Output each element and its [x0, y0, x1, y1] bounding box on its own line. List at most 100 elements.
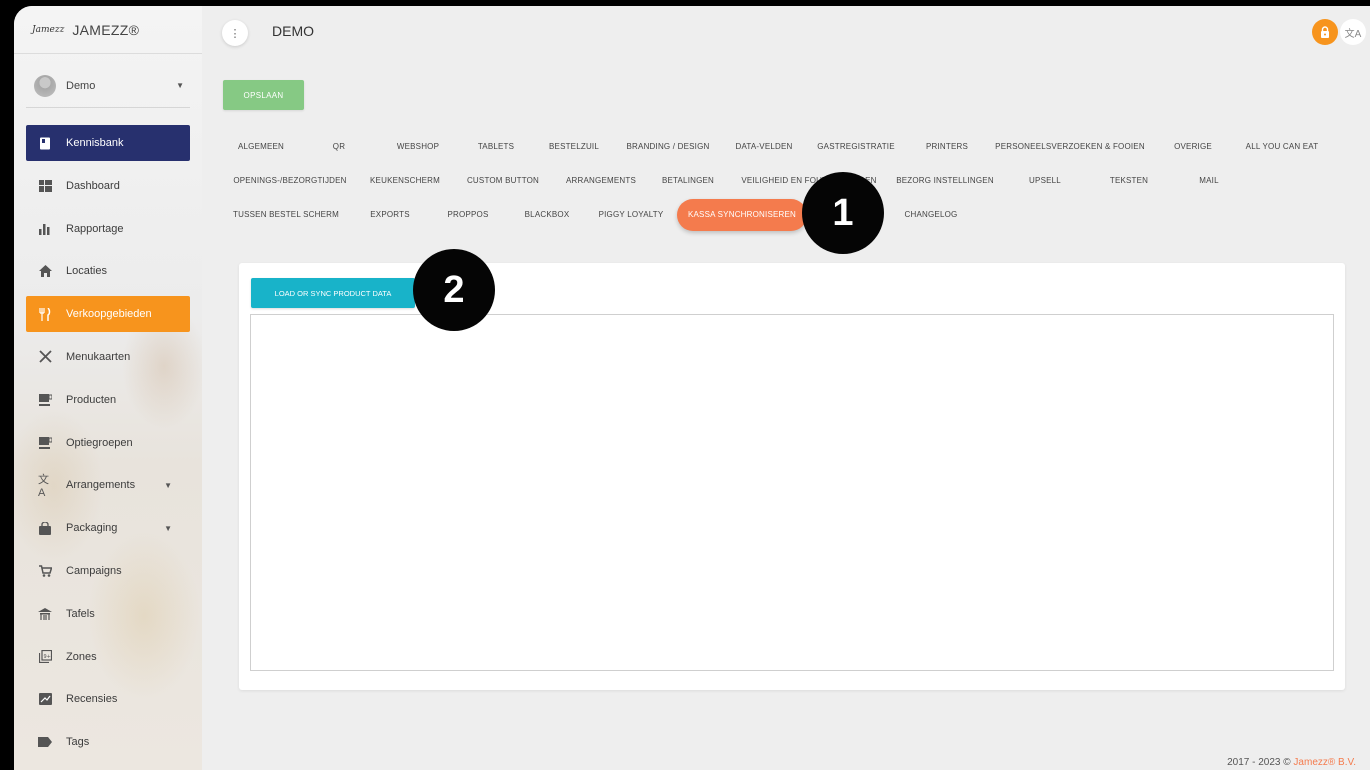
tab-qr[interactable]: QR — [333, 140, 345, 154]
tab-bezorg-instellingen[interactable]: BEZORG INSTELLINGEN — [896, 174, 994, 188]
page-title: DEMO — [272, 23, 314, 39]
app-frame: Jamezz JAMEZZ® Demo ▼ Kennisbank Dashboa… — [14, 6, 1370, 770]
bag-icon — [38, 521, 52, 535]
tab-custom-button[interactable]: CUSTOM BUTTON — [467, 174, 539, 188]
tab-upsell[interactable]: UPSELL — [1029, 174, 1061, 188]
chevron-down-icon: ▼ — [164, 523, 172, 533]
sync-output-area[interactable] — [250, 314, 1334, 671]
brand-logo: Jamezz — [32, 24, 65, 35]
sidebar-item-packaging[interactable]: Packaging ▼ — [26, 510, 190, 546]
sidebar-item-optiegroepen[interactable]: Optiegroepen — [26, 425, 190, 461]
sidebar-item-label: Locaties — [66, 265, 107, 278]
chevron-down-icon: ▼ — [176, 81, 184, 90]
tab-algemeen[interactable]: ALGEMEEN — [238, 140, 284, 154]
sidebar-item-label: Zones — [66, 650, 97, 663]
tab-personeelsverzoeken[interactable]: PERSONEELSVERZOEKEN & FOOIEN — [995, 140, 1145, 154]
user-menu[interactable]: Demo ▼ — [26, 64, 190, 108]
tab-bestelzuil[interactable]: BESTELZUIL — [549, 140, 599, 154]
sidebar-item-recensies[interactable]: Recensies — [26, 681, 190, 717]
coffee-icon — [38, 436, 52, 450]
sidebar-item-campaigns[interactable]: Campaigns — [26, 553, 190, 589]
tab-changelog[interactable]: CHANGELOG — [905, 208, 958, 222]
sidebar-item-label: Optiegroepen — [66, 436, 133, 449]
more-menu-button[interactable]: ⋮ — [222, 20, 248, 46]
tab-branding-design[interactable]: BRANDING / DESIGN — [627, 140, 710, 154]
tab-webshop[interactable]: WEBSHOP — [397, 140, 439, 154]
copyright-text: 2017 - 2023 © — [1227, 757, 1291, 768]
load-sync-product-data-button[interactable]: LOAD OR SYNC PRODUCT DATA — [251, 278, 415, 308]
sidebar-item-menukaarten[interactable]: Menukaarten — [26, 339, 190, 375]
zones-icon: 9+ — [38, 650, 52, 664]
sidebar-item-label: Tags — [66, 736, 90, 749]
brand-name: JAMEZZ® — [72, 21, 140, 38]
sync-panel: LOAD OR SYNC PRODUCT DATA — [239, 263, 1345, 690]
bar-chart-icon — [38, 222, 52, 236]
footer: 2017 - 2023 © Jamezz® B.V. — [1227, 757, 1356, 768]
sidebar-item-producten[interactable]: Producten — [26, 382, 190, 418]
company-link[interactable]: Jamezz® B.V. — [1293, 757, 1356, 768]
tab-arrangements[interactable]: ARRANGEMENTS — [566, 174, 636, 188]
sidebar-item-locaties[interactable]: Locaties — [26, 253, 190, 289]
tab-kassa-synchroniseren[interactable]: KASSA SYNCHRONISEREN — [676, 199, 808, 231]
step-badge-2: 2 — [413, 249, 495, 331]
tab-piggy-loyalty[interactable]: PIGGY LOYALTY — [599, 208, 664, 222]
sidebar-item-label: Tafels — [66, 607, 95, 620]
sidebar-item-label: Dashboard — [66, 179, 120, 192]
sidebar-item-label: Rapportage — [66, 222, 124, 235]
avatar — [34, 74, 56, 97]
cart-icon — [38, 564, 52, 578]
tab-exports[interactable]: EXPORTS — [370, 208, 410, 222]
tab-keukenscherm[interactable]: KEUKENSCHERM — [370, 174, 440, 188]
chevron-down-icon: ▼ — [164, 480, 172, 490]
tab-gastregistratie[interactable]: GASTREGISTRATIE — [817, 140, 895, 154]
svg-text:9+: 9+ — [43, 654, 50, 660]
sidebar-item-label: Menukaarten — [66, 350, 131, 363]
sidebar: Jamezz JAMEZZ® Demo ▼ Kennisbank Dashboa… — [14, 6, 202, 770]
dashboard-icon — [38, 179, 52, 193]
tab-mail[interactable]: MAIL — [1199, 174, 1218, 188]
tab-betalingen[interactable]: BETALINGEN — [662, 174, 714, 188]
sidebar-item-tags[interactable]: Tags — [26, 724, 190, 760]
sidebar-nav: Kennisbank Dashboard Rapportage Locaties — [26, 125, 190, 767]
tab-overige[interactable]: OVERIGE — [1174, 140, 1212, 154]
tag-icon — [38, 735, 52, 749]
sidebar-item-zones[interactable]: 9+ Zones — [26, 639, 190, 675]
translate-icon: 文A — [1344, 28, 1362, 40]
tab-data-velden[interactable]: DATA-VELDEN — [735, 140, 792, 154]
tab-openings-bezorgtijden[interactable]: OPENINGS-/BEZORGTIJDEN — [233, 174, 346, 188]
save-button[interactable]: OPSLAAN — [223, 80, 304, 110]
book-icon — [38, 136, 52, 150]
brand[interactable]: Jamezz JAMEZZ® — [14, 6, 202, 54]
language-button[interactable]: 文A — [1340, 19, 1366, 45]
coffee-icon — [38, 393, 52, 407]
tab-printers[interactable]: PRINTERS — [926, 140, 968, 154]
table-icon — [38, 607, 52, 621]
sidebar-item-kennisbank[interactable]: Kennisbank — [26, 125, 190, 161]
sidebar-item-verkoopgebieden[interactable]: Verkoopgebieden — [26, 296, 190, 333]
tab-blackbox[interactable]: BLACKBOX — [525, 208, 570, 222]
sidebar-item-label: Arrangements — [66, 479, 136, 492]
restaurant-icon — [38, 307, 52, 321]
sidebar-item-label: Verkoopgebieden — [66, 308, 152, 321]
lock-icon — [1321, 26, 1329, 38]
sidebar-item-arrangements[interactable]: 文A Arrangements ▼ — [26, 467, 190, 503]
tab-tussen-bestel-scherm[interactable]: TUSSEN BESTEL SCHERM — [233, 208, 339, 222]
tab-tablets[interactable]: TABLETS — [478, 140, 514, 154]
sidebar-item-label: Packaging — [66, 522, 118, 535]
sidebar-item-label: Recensies — [66, 693, 118, 706]
top-bar: ⋮ DEMO 文A — [202, 6, 1370, 58]
sidebar-item-rapportage[interactable]: Rapportage — [26, 211, 190, 247]
home-icon — [38, 264, 52, 278]
cutlery-icon — [38, 350, 52, 364]
tab-teksten[interactable]: TEKSTEN — [1110, 174, 1148, 188]
sidebar-item-label: Producten — [66, 393, 117, 406]
tab-all-you-can-eat[interactable]: ALL YOU CAN EAT — [1246, 140, 1319, 154]
sidebar-item-label: Campaigns — [66, 564, 122, 577]
sidebar-item-label: Kennisbank — [66, 137, 124, 149]
tab-proppos[interactable]: PROPPOS — [448, 208, 489, 222]
sidebar-item-tafels[interactable]: Tafels — [26, 596, 190, 632]
sidebar-item-dashboard[interactable]: Dashboard — [26, 168, 190, 204]
lock-button[interactable] — [1312, 19, 1338, 45]
user-name: Demo — [66, 79, 96, 92]
step-badge-1: 1 — [802, 172, 884, 254]
